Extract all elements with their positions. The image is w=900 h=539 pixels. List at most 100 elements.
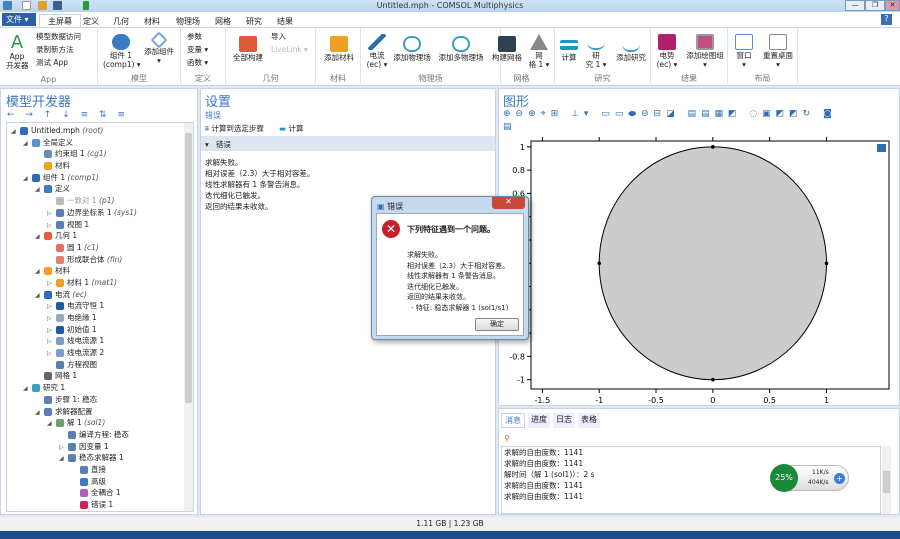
tree-node[interactable]: ◢ 组件 1 (comp1): [7, 172, 193, 184]
tree-node[interactable]: 一致对 1 (p1): [7, 195, 193, 207]
add-study-button[interactable]: 添加研究: [613, 36, 649, 62]
tab-definitions[interactable]: 定义: [75, 15, 107, 28]
tab-messages[interactable]: 消息: [501, 413, 525, 428]
tree-node[interactable]: ◢ Untitled.mph (root): [7, 125, 193, 137]
test-app-button[interactable]: 测试 App: [36, 58, 68, 67]
plot-area[interactable]: -1.5-1-0.500.5110.80.60.40.20-0.2-0.4-0.…: [499, 133, 899, 405]
tree-node[interactable]: ◢ 求解器配置: [7, 406, 193, 418]
error-section-header[interactable]: ▾ 错误: [201, 136, 495, 151]
tree-node[interactable]: ▷ 电流守恒 1: [7, 300, 193, 312]
reset-desktop-button[interactable]: 重置桌面 ▾: [760, 34, 796, 69]
functions-button[interactable]: 函数 ▾: [187, 58, 208, 67]
compute-button[interactable]: 计算: [559, 36, 579, 62]
tree-node[interactable]: 全耦合 1: [7, 487, 193, 499]
tab-table[interactable]: 表格: [578, 413, 600, 428]
tree-node[interactable]: ◢ 研究 1: [7, 382, 193, 394]
tree-node[interactable]: ▷ 线电流源 1: [7, 335, 193, 347]
tree-node[interactable]: ◢ 定义: [7, 183, 193, 195]
livelink-button[interactable]: LiveLink ▾: [271, 45, 308, 54]
tree-node[interactable]: ◢ 材料: [7, 265, 193, 277]
add-plot-group-button[interactable]: 添加绘图组 ▾: [683, 34, 727, 69]
tree-node[interactable]: 圆 1 (c1): [7, 242, 193, 254]
add-multiphysics-button[interactable]: 添加多物理场: [435, 36, 487, 62]
expand-toggle[interactable]: ◢: [23, 173, 32, 185]
tree-toolbar[interactable]: ← → ↑ ↓ ≡ ⇅ ≡: [7, 110, 129, 120]
tree-node[interactable]: 错误 1: [7, 499, 193, 511]
tab-study[interactable]: 研究: [238, 15, 270, 28]
tree-node[interactable]: ▷ 材料 1 (mat1): [7, 277, 193, 289]
electric-currents-button[interactable]: 电流 (ec) ▾: [363, 34, 391, 69]
clear-broom-icon[interactable]: ⚲: [504, 434, 510, 443]
tree-node[interactable]: 材料: [7, 160, 193, 172]
graphics-toolbar[interactable]: ⊕⊖⊕⌖⊞ ⊥▾ ▭▭⬬⊖⊟◪ ▤▤▦◩ ◌▣◩◩↻ ◙: [503, 109, 837, 119]
tree-node[interactable]: 编译方程: 稳态: [7, 429, 193, 441]
open-icon[interactable]: [38, 1, 47, 10]
tree-node[interactable]: ▷ 线电流源 2: [7, 347, 193, 359]
expand-toggle[interactable]: ◢: [35, 266, 44, 278]
electric-potential-button[interactable]: 电势 (ec) ▾: [653, 34, 681, 69]
message-scrollbar[interactable]: [882, 446, 891, 514]
tree-node[interactable]: ◢ 电流 (ec): [7, 289, 193, 301]
parameters-button[interactable]: 参数: [187, 32, 202, 41]
tree-node[interactable]: ◢ 全局定义: [7, 137, 193, 149]
scrollbar-thumb[interactable]: [883, 471, 890, 493]
close-button[interactable]: ✕: [885, 0, 900, 11]
expand-toggle[interactable]: ◢: [35, 290, 44, 302]
expand-toggle[interactable]: ◢: [59, 453, 68, 465]
run-icon[interactable]: [83, 1, 89, 10]
compute-to-selected-button[interactable]: ⩩ 计算到选定步骤: [205, 123, 264, 134]
new-file-icon[interactable]: [22, 1, 31, 10]
tab-geometry[interactable]: 几何: [105, 15, 137, 28]
record-method-button[interactable]: 录制新方法: [36, 45, 74, 54]
tree-node[interactable]: ◢ 解 1 (sol1): [7, 417, 193, 429]
study1-button[interactable]: 研 究 1 ▾: [583, 34, 609, 69]
help-button[interactable]: ?: [881, 14, 892, 25]
tab-progress[interactable]: 进度: [528, 413, 550, 428]
expand-toggle[interactable]: ◢: [47, 418, 56, 430]
compute-button-settings[interactable]: ▬ 计算: [279, 123, 303, 134]
variables-button[interactable]: 变量 ▾: [187, 45, 208, 54]
expand-toggle[interactable]: ◢: [35, 231, 44, 243]
tree-node[interactable]: 步骤 1: 稳态: [7, 394, 193, 406]
network-widget[interactable]: 25% 11K/s 404K/s +: [770, 464, 849, 492]
tree-node[interactable]: ◢ 几何 1: [7, 230, 193, 242]
ok-button[interactable]: 确定: [475, 318, 519, 331]
add-physics-button[interactable]: 添加物理场: [391, 36, 433, 62]
model-data-access-button[interactable]: 模型数据访问: [36, 32, 81, 41]
tree-node[interactable]: ▷ 初始值 1: [7, 324, 193, 336]
tree-node[interactable]: 网格 1: [7, 370, 193, 382]
tree-node[interactable]: 形成联合体 (fin): [7, 254, 193, 266]
component-button[interactable]: 组件 1 (comp1) ▾: [103, 34, 141, 69]
tree-scrollbar[interactable]: [184, 123, 193, 511]
build-all-button[interactable]: 全部构建: [230, 36, 266, 62]
print-icon[interactable]: ▤: [503, 122, 512, 132]
save-icon[interactable]: [53, 1, 62, 10]
tree-node[interactable]: ▷ 电绝缘 1: [7, 312, 193, 324]
tree-node[interactable]: ▷ 边界坐标系 1 (sys1): [7, 207, 193, 219]
tree-node[interactable]: ▷ 因变量 1: [7, 441, 193, 453]
tree-node[interactable]: 高级: [7, 476, 193, 488]
tab-materials[interactable]: 材料: [136, 15, 168, 28]
expand-toggle[interactable]: ▷: [47, 278, 56, 290]
expand-toggle[interactable]: ◢: [23, 383, 32, 395]
plus-icon[interactable]: +: [834, 473, 845, 484]
tab-physics[interactable]: 物理场: [168, 15, 208, 28]
mesh1-button[interactable]: 网 格 1 ▾: [527, 34, 551, 69]
expand-toggle[interactable]: ◢: [35, 184, 44, 196]
app-developer-button[interactable]: A App 开发器: [6, 34, 29, 71]
maximize-button[interactable]: ❐: [865, 0, 885, 11]
expand-toggle[interactable]: ◢: [11, 126, 20, 138]
expand-toggle[interactable]: ◢: [35, 407, 44, 419]
tree-node[interactable]: ◢ 稳态求解器 1: [7, 452, 193, 464]
expand-toggle[interactable]: ◢: [23, 138, 32, 150]
dialog-close-button[interactable]: ✕: [492, 197, 525, 209]
add-material-button[interactable]: 添加材料: [320, 36, 358, 62]
minimize-button[interactable]: —: [845, 0, 865, 11]
tree-node[interactable]: 约束组 1 (cg1): [7, 148, 193, 160]
build-mesh-button[interactable]: 构建网格: [491, 36, 523, 62]
window-button[interactable]: 窗口 ▾: [732, 34, 756, 69]
tab-mesh[interactable]: 网格: [207, 15, 239, 28]
file-menu[interactable]: 文件 ▾: [2, 13, 36, 26]
import-button[interactable]: 导入: [271, 32, 286, 41]
tree-node[interactable]: 直接: [7, 464, 193, 476]
